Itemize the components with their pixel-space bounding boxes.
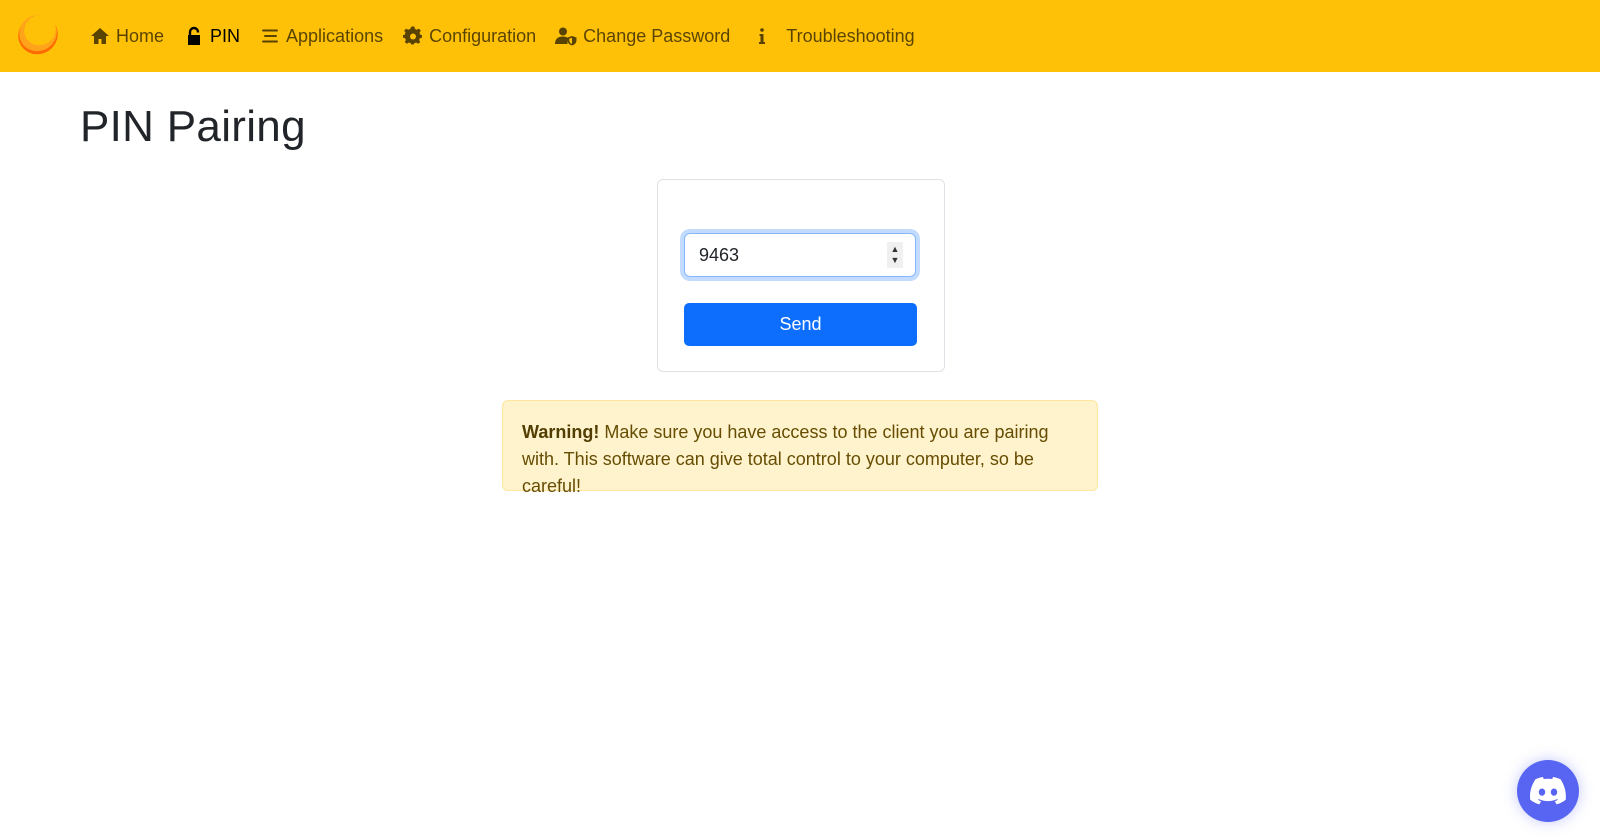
nav-list: Home PIN Applications Configuration Chan… (90, 0, 915, 72)
nav-label-home: Home (116, 25, 165, 46)
discord-icon (1530, 777, 1566, 805)
warning-label: Warning! (522, 422, 600, 442)
home-icon (90, 26, 110, 46)
page-title: PIN Pairing (80, 102, 306, 151)
warning-alert: Warning! Make sure you have access to th… (502, 400, 1098, 496)
gear-icon (403, 26, 423, 46)
nav-item-troubleshooting[interactable]: Troubleshooting (752, 16, 915, 56)
nav-label-troubleshooting: Troubleshooting (786, 25, 915, 46)
navbar: Home PIN Applications Configuration Chan… (0, 0, 1600, 72)
info-icon (752, 26, 772, 46)
pin-stepper[interactable]: ▲ ▼ (887, 242, 903, 268)
list-icon (260, 26, 280, 46)
unlock-icon (184, 26, 204, 46)
discord-button[interactable] (1517, 760, 1579, 822)
stepper-down-icon[interactable]: ▼ (891, 255, 900, 266)
nav-label-applications: Applications (286, 25, 384, 46)
nav-item-applications[interactable]: Applications (260, 16, 383, 56)
nav-item-home[interactable]: Home (90, 16, 164, 56)
user-shield-icon (555, 26, 577, 46)
nav-item-configuration[interactable]: Configuration (403, 16, 536, 56)
nav-label-pin: PIN (210, 25, 241, 46)
pin-form-card: ▲ ▼ Send (657, 179, 945, 372)
sunshine-logo[interactable] (14, 8, 64, 58)
nav-item-change-password[interactable]: Change Password (555, 16, 730, 56)
nav-label-configuration: Configuration (429, 25, 537, 46)
pin-input[interactable] (685, 235, 875, 275)
stepper-up-icon[interactable]: ▲ (891, 244, 900, 255)
pin-input-wrapper: ▲ ▼ (684, 233, 916, 277)
nav-item-pin[interactable]: PIN (184, 16, 240, 56)
send-button[interactable]: Send (684, 303, 917, 346)
warning-text: Make sure you have access to the client … (522, 422, 1049, 496)
nav-label-change-password: Change Password (583, 25, 731, 46)
